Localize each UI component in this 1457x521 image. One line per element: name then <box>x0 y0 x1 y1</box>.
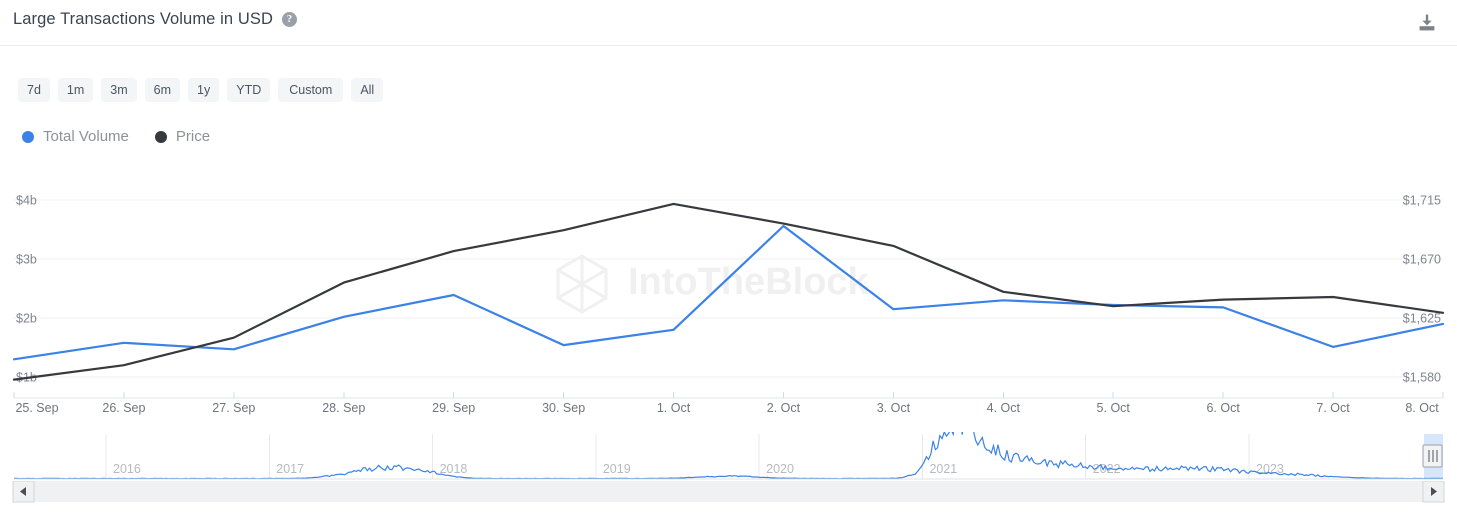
range-button-7d[interactable]: 7d <box>18 78 50 102</box>
navigator-right-handle[interactable] <box>1423 445 1442 467</box>
navigator-year-label: 2019 <box>603 462 631 476</box>
scroll-left-arrow-icon[interactable] <box>13 481 34 502</box>
y-axis-right-tick: $1,580 <box>1403 371 1441 385</box>
watermark-logo-icon <box>558 256 606 312</box>
navigator-year-label: 2016 <box>113 462 141 476</box>
y-axis-right-tick: $1,625 <box>1403 312 1441 326</box>
x-axis-tick-label: 5. Oct <box>1097 401 1131 415</box>
range-button-all[interactable]: All <box>351 78 383 102</box>
x-axis-tick-label: 27. Sep <box>212 401 255 415</box>
y-axis-left-tick: $2b <box>16 312 37 326</box>
scrollbar-track[interactable] <box>14 481 1429 502</box>
download-icon[interactable] <box>1414 10 1440 36</box>
x-axis-labels: 25. Sep 26. Sep 27. Sep 28. Sep 29. Sep 30. S… <box>14 392 1443 415</box>
range-button-custom[interactable]: Custom <box>278 78 343 102</box>
watermark-label: IntoTheBlock <box>628 261 870 303</box>
navigator-year-label: 2020 <box>766 462 794 476</box>
navigator-svg: 20162017201820192020202120222023 <box>0 432 1457 488</box>
x-axis-tick-label: 2. Oct <box>767 401 801 415</box>
legend-dot-icon-price <box>155 131 167 143</box>
legend-label-price: Price <box>176 128 210 145</box>
x-axis-tick-label: 4. Oct <box>987 401 1021 415</box>
navigator-year-label: 2018 <box>440 462 468 476</box>
chart-navigator[interactable]: 20162017201820192020202120222023 <box>0 432 1457 488</box>
x-axis-tick-label: 8. Oct <box>1405 401 1439 415</box>
chart-svg: IntoTheBlock $1b$2b$3b$4b $1,580$1,625$1… <box>0 170 1457 420</box>
range-button-3m[interactable]: 3m <box>101 78 136 102</box>
legend-item-total-volume[interactable]: Total Volume <box>22 128 129 145</box>
chart-widget: Large Transactions Volume in USD ? 7d 1m… <box>0 0 1457 521</box>
legend-dot-icon-total-volume <box>22 131 34 143</box>
y-axis-right-labels: $1,580 $1,625 $1,670 $1,715 <box>1403 194 1441 385</box>
widget-header: Large Transactions Volume in USD ? <box>0 0 1457 46</box>
navigator-year-label: 2021 <box>929 462 957 476</box>
y-axis-right-tick: $1,670 <box>1403 253 1441 267</box>
legend-item-price[interactable]: Price <box>155 128 210 145</box>
range-button-1m[interactable]: 1m <box>58 78 93 102</box>
navigator-year-label: 2017 <box>276 462 304 476</box>
title-row: Large Transactions Volume in USD ? <box>13 10 297 29</box>
range-button-6m[interactable]: 6m <box>145 78 180 102</box>
x-axis-tick-label: 6. Oct <box>1206 401 1240 415</box>
question-mark-icon[interactable]: ? <box>282 12 297 27</box>
page-title: Large Transactions Volume in USD <box>13 10 273 29</box>
chart-legend: Total Volume Price <box>22 128 210 145</box>
legend-label-total-volume: Total Volume <box>43 128 129 145</box>
x-axis-tick-label: 25. Sep <box>15 401 58 415</box>
scrollbar-svg <box>0 481 1457 507</box>
navigator-scrollbar[interactable] <box>0 481 1457 507</box>
x-axis-tick-label: 28. Sep <box>322 401 365 415</box>
y-axis-left-tick: $3b <box>16 253 37 267</box>
range-button-1y[interactable]: 1y <box>188 78 219 102</box>
chart-plot-area[interactable]: IntoTheBlock $1b$2b$3b$4b $1,580$1,625$1… <box>0 170 1457 420</box>
range-button-ytd[interactable]: YTD <box>227 78 270 102</box>
x-axis-tick-label: 26. Sep <box>102 401 145 415</box>
navigator-series-line <box>14 432 1443 479</box>
y-axis-right-tick: $1,715 <box>1403 194 1441 208</box>
x-axis-tick-label: 3. Oct <box>877 401 911 415</box>
x-axis-tick-label: 7. Oct <box>1316 401 1350 415</box>
watermark: IntoTheBlock <box>558 256 870 312</box>
range-selector: 7d 1m 3m 6m 1y YTD Custom All <box>18 78 383 102</box>
y-axis-left-tick: $4b <box>16 194 37 208</box>
x-axis-tick-label: 30. Sep <box>542 401 585 415</box>
x-axis-tick-label: 1. Oct <box>657 401 691 415</box>
x-axis-tick-label: 29. Sep <box>432 401 475 415</box>
scroll-right-arrow-icon[interactable] <box>1423 481 1444 502</box>
